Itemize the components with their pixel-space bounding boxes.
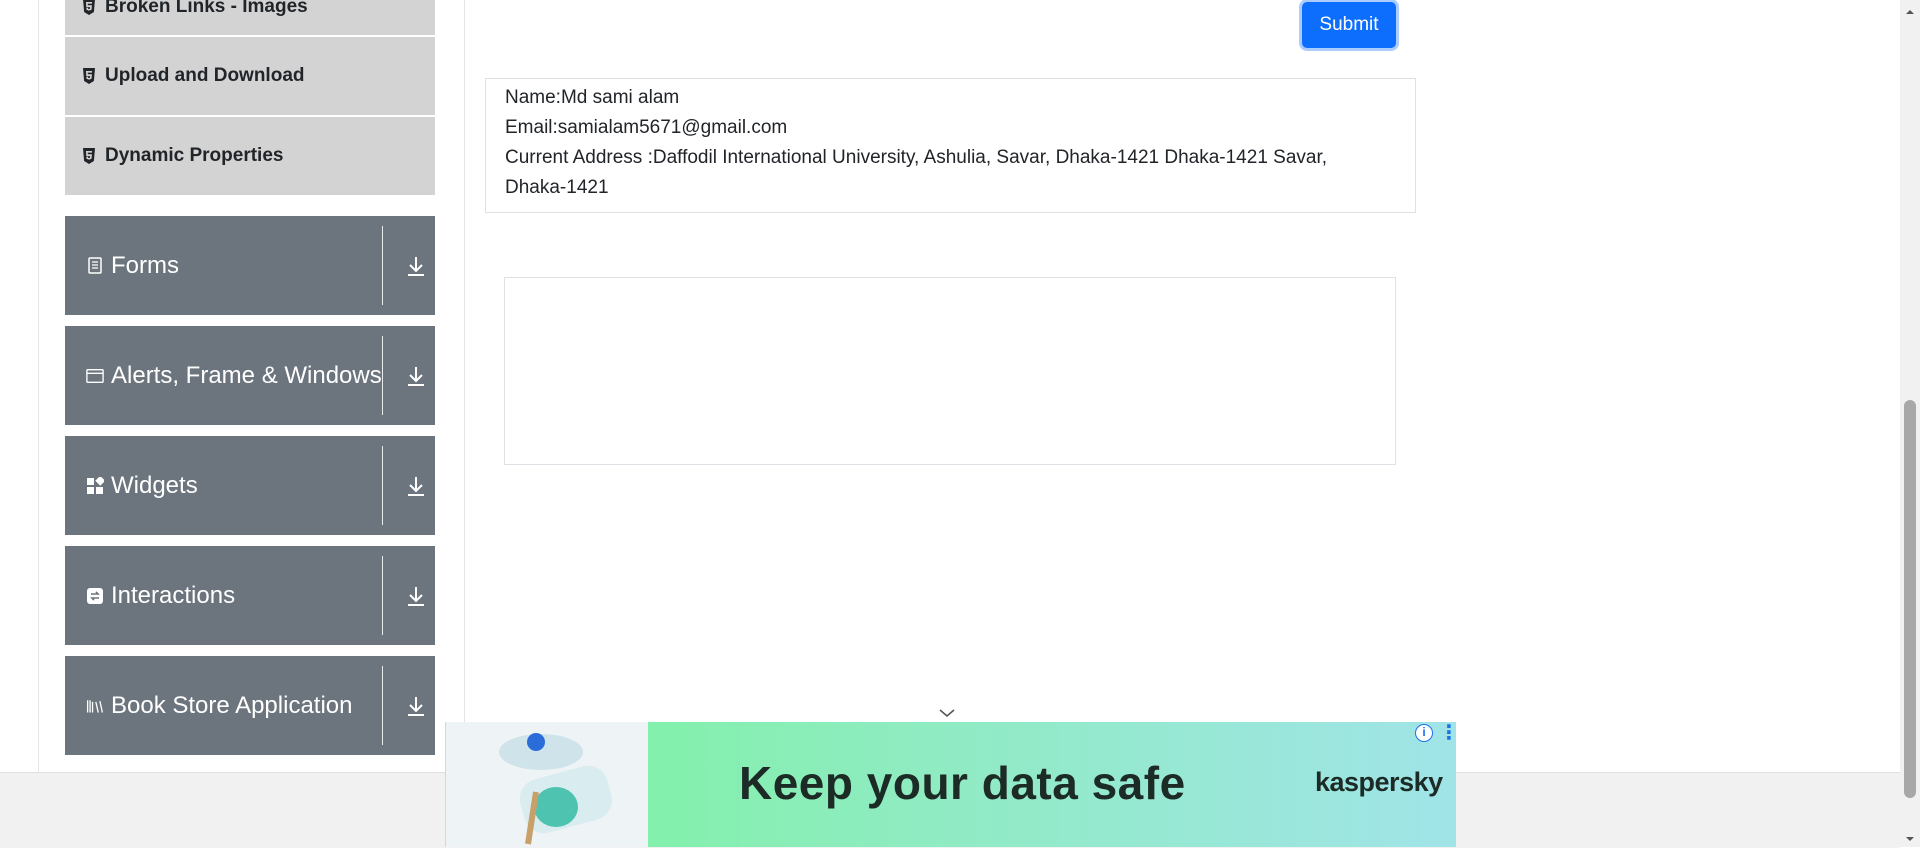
ad-banner[interactable]: Keep your data safe kaspersky i ⋮ xyxy=(445,722,1456,847)
ad-image xyxy=(446,722,648,847)
scroll-down-icon[interactable] xyxy=(1905,831,1915,841)
sidebar-item-label: Broken Links - Images xyxy=(105,0,308,17)
sidebar-border xyxy=(38,0,39,772)
window-icon xyxy=(86,367,104,385)
group-separator xyxy=(382,556,383,635)
sidebar-item-label: Upload and Download xyxy=(105,65,305,86)
group-separator xyxy=(382,666,383,745)
sidebar-group-forms[interactable]: Forms xyxy=(65,216,435,315)
sidebar-group-alerts[interactable]: Alerts, Frame & Windows xyxy=(65,326,435,425)
sidebar-item-upload-download[interactable]: Upload and Download xyxy=(65,37,435,116)
content-border xyxy=(464,0,465,772)
expand-download-icon[interactable] xyxy=(405,254,427,278)
expand-download-icon[interactable] xyxy=(405,694,427,718)
scrollbar-thumb[interactable] xyxy=(1904,400,1916,798)
submit-button[interactable]: Submit xyxy=(1302,2,1396,48)
widgets-icon xyxy=(86,476,104,495)
sidebar-item-label: Dynamic Properties xyxy=(105,145,284,166)
group-separator xyxy=(382,226,383,305)
html5-icon xyxy=(83,148,95,164)
html5-icon xyxy=(83,68,95,84)
scroll-up-icon[interactable] xyxy=(1905,4,1915,14)
chevron-down-icon[interactable] xyxy=(938,706,956,718)
output-email: Email:samialam5671@gmail.com xyxy=(505,117,788,138)
library-icon xyxy=(86,697,104,715)
group-label: Alerts, Frame & Windows xyxy=(111,361,382,389)
sidebar-item-dynamic-properties[interactable]: Dynamic Properties xyxy=(65,117,435,196)
sidebar-group-interactions[interactable]: Interactions xyxy=(65,546,435,645)
group-label: Interactions xyxy=(111,581,236,609)
expand-download-icon[interactable] xyxy=(405,474,427,498)
output-current-address: Current Address :Daffodil International … xyxy=(505,147,1328,198)
group-label: Forms xyxy=(111,251,179,279)
group-label: Book Store Application xyxy=(111,691,353,719)
html5-icon xyxy=(83,0,95,15)
group-separator xyxy=(382,336,383,415)
form-icon xyxy=(86,257,104,275)
sidebar-group-book-store[interactable]: Book Store Application xyxy=(65,656,435,755)
ad-menu-icon[interactable]: ⋮ xyxy=(1439,723,1456,744)
ad-brand-logo: kaspersky xyxy=(1315,767,1443,797)
expand-download-icon[interactable] xyxy=(405,584,427,608)
group-separator xyxy=(382,446,383,525)
ad-placeholder-box xyxy=(504,277,1396,465)
output-name: Name:Md sami alam xyxy=(505,87,680,108)
group-label: Widgets xyxy=(111,471,198,499)
sidebar-item-broken-links[interactable]: Broken Links - Images xyxy=(65,0,435,36)
interactions-icon xyxy=(86,587,104,605)
expand-download-icon[interactable] xyxy=(405,364,427,388)
ad-info-icon[interactable]: i xyxy=(1415,724,1433,742)
output-box: Name:Md sami alam Email:samialam5671@gma… xyxy=(485,78,1416,213)
sidebar-group-widgets[interactable]: Widgets xyxy=(65,436,435,535)
ad-headline: Keep your data safe xyxy=(739,757,1186,809)
